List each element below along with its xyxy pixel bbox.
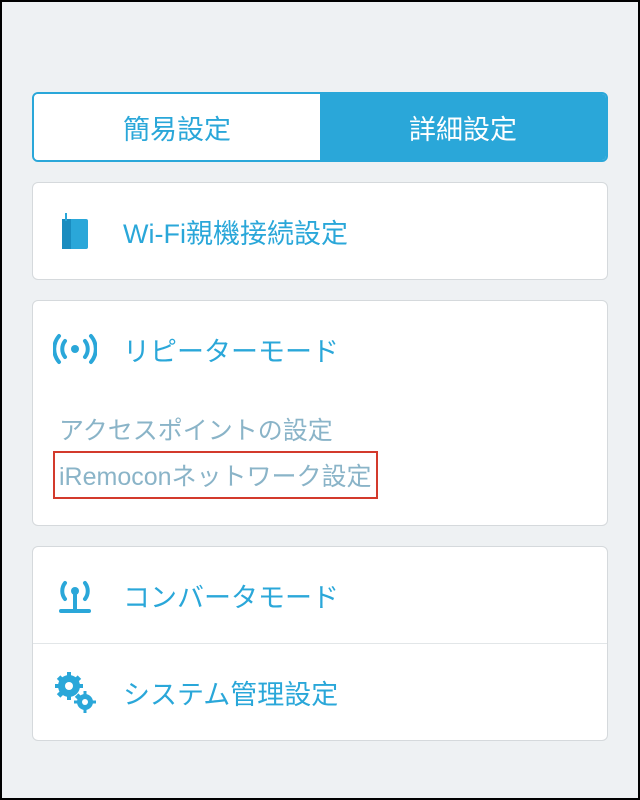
wifi-parent-card: Wi-Fi親機接続設定 <box>32 182 608 280</box>
tab-advanced[interactable]: 詳細設定 <box>320 94 606 160</box>
tab-simple-label: 簡易設定 <box>123 108 231 147</box>
access-point-label: アクセスポイントの設定 <box>59 417 333 445</box>
settings-panel: 簡易設定 詳細設定 Wi-Fi親機接続設定 <box>32 92 608 741</box>
tab-simple[interactable]: 簡易設定 <box>34 94 320 160</box>
repeater-row[interactable]: リピーターモード <box>33 301 607 397</box>
wifi-parent-label: Wi-Fi親機接続設定 <box>123 212 348 251</box>
iremocon-network-label: iRemoconネットワーク設定 <box>59 463 372 491</box>
repeater-sub-list: アクセスポイントの設定 iRemoconネットワーク設定 <box>33 397 607 525</box>
gears-icon <box>53 670 97 714</box>
tab-bar: 簡易設定 詳細設定 <box>32 92 608 162</box>
sub-item-iremocon-network[interactable]: iRemoconネットワーク設定 <box>53 451 378 499</box>
system-label: システム管理設定 <box>123 673 338 712</box>
converter-label: コンバータモード <box>123 576 339 615</box>
signal-icon <box>53 327 97 371</box>
repeater-card: リピーターモード アクセスポイントの設定 iRemoconネットワーク設定 <box>32 300 608 526</box>
tab-advanced-label: 詳細設定 <box>409 108 517 147</box>
antenna-icon <box>53 573 97 617</box>
wifi-parent-row[interactable]: Wi-Fi親機接続設定 <box>33 183 607 279</box>
converter-system-card: コンバータモード <box>32 546 608 741</box>
system-row[interactable]: システム管理設定 <box>33 644 607 740</box>
sub-item-access-point[interactable]: アクセスポイントの設定 <box>53 407 587 451</box>
converter-row[interactable]: コンバータモード <box>33 547 607 643</box>
router-icon <box>53 209 97 253</box>
repeater-label: リピーターモード <box>123 330 339 369</box>
